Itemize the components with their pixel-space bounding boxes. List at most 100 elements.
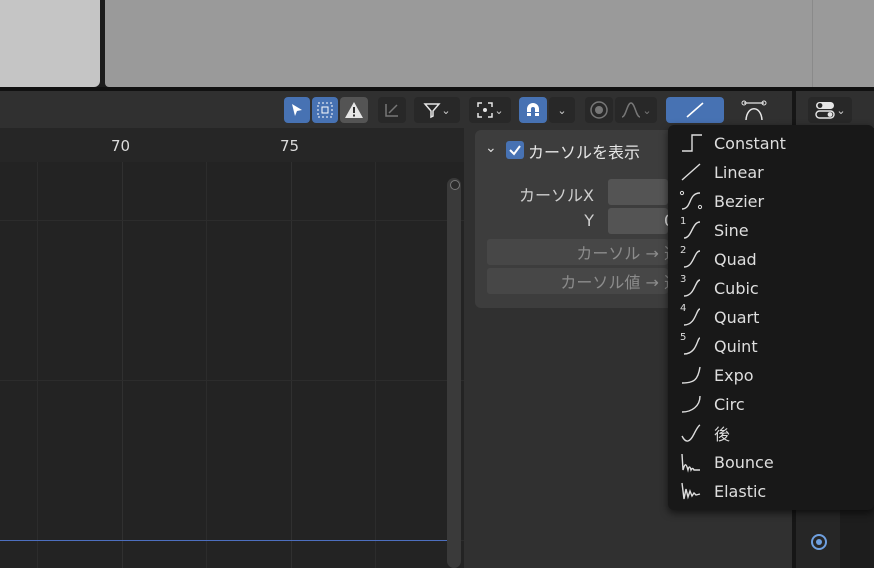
cursor-to-selected-label: カーソル → 選 [576,244,680,263]
linear-interpolation-icon [686,102,704,118]
menu-item-label: Bounce [714,452,774,472]
pivot-point-icon [477,102,494,118]
cubic-icon: 3 [678,274,708,301]
filter-icon [423,103,442,119]
vertical-scrollbar[interactable] [447,178,461,568]
menu-item-sine[interactable]: 1 Sine [678,216,868,243]
linear-icon [678,159,708,185]
grid-line [291,162,292,568]
ease-order-number: 3 [680,274,687,285]
frame-ruler[interactable]: 70 75 [0,128,464,162]
menu-item-linear[interactable]: Linear [678,159,868,185]
frame-label-70: 70 [111,137,131,155]
physics-icon[interactable] [808,531,830,553]
chevron-down-icon: ⌄ [441,103,451,117]
menu-item-bounce[interactable]: Bounce [678,449,868,475]
falloff-curve-icon [622,102,641,118]
grid-line [206,162,207,568]
cursor-value-to-selected-button[interactable]: カーソル値 → 選 [487,268,680,294]
chevron-down-icon[interactable]: ⌄ [485,140,497,156]
menu-item-label: Linear [714,162,764,182]
chevron-down-icon: ⌄ [642,103,652,117]
chevron-down-icon: ⌄ [557,103,567,117]
top-left-editor-area [0,0,100,87]
show-cursor-checkbox[interactable] [506,141,524,159]
box-select-icon [317,102,333,118]
constant-icon [678,130,708,156]
bounce-icon [678,449,708,475]
box-select-button[interactable] [312,97,338,123]
interpolation-mode-button[interactable] [666,97,724,123]
checkmark-icon [509,145,521,156]
menu-item-expo[interactable]: Expo [678,362,868,388]
snap-dropdown[interactable]: ⌄ [549,97,575,123]
chevron-down-icon: ⌄ [836,103,846,117]
ease-order-number: 1 [680,216,687,227]
cursor-x-label: カーソルX [519,186,594,205]
handle-type-button[interactable] [728,97,780,123]
back-icon [678,420,708,446]
menu-item-label: 後 [714,425,731,444]
grid-line [122,162,123,568]
graph-editor-header: ⌄ ⌄ ⌄ ⌄ [0,91,792,128]
frame-label-75: 75 [280,137,300,155]
pivot-point-dropdown[interactable]: ⌄ [469,97,511,123]
warning-icon [345,102,363,118]
menu-item-quint[interactable]: 5 Quint [678,332,868,359]
cursor-to-selected-button[interactable]: カーソル → 選 [487,239,680,265]
grid-line [37,162,38,568]
expo-icon [678,362,708,388]
menu-item-label: Expo [714,365,754,385]
only-show-errors-button[interactable] [340,97,368,123]
ease-order-number: 5 [680,332,687,343]
proportional-editing-button[interactable] [585,97,613,123]
grid-line [0,220,464,221]
menu-item-label: Quart [714,307,760,327]
menu-item-label: Quad [714,249,757,269]
menu-item-back[interactable]: 後 [678,420,868,446]
elastic-icon [678,478,708,504]
menu-item-quad[interactable]: 2 Quad [678,245,868,272]
menu-item-quart[interactable]: 4 Quart [678,303,868,330]
cursor-y-label: Y [584,211,594,230]
quart-icon: 4 [678,303,708,330]
area-divider [812,0,813,87]
interpolation-menu: Constant Linear Bezier 1 Sine 2 Quad 3 C… [668,125,874,510]
bezier-handle-icon [741,100,767,121]
menu-item-cubic[interactable]: 3 Cubic [678,274,868,301]
normalize-button[interactable] [378,97,406,123]
quint-icon: 5 [678,332,708,359]
bezier-icon [678,188,708,214]
proportional-falloff-dropdown[interactable]: ⌄ [615,97,657,123]
cursor-arrow-icon [292,104,302,116]
menu-item-bezier[interactable]: Bezier [678,188,868,214]
circ-icon [678,391,708,417]
menu-item-label: Cubic [714,278,759,298]
menu-item-label: Constant [714,133,786,153]
menu-item-circ[interactable]: Circ [678,391,868,417]
menu-item-label: Sine [714,220,749,240]
normalize-icon [385,104,398,117]
menu-item-elastic[interactable]: Elastic [678,478,868,504]
grid-line [0,380,464,381]
chevron-down-icon: ⌄ [494,103,504,117]
ease-order-number: 4 [680,303,687,314]
magnet-icon [527,103,539,116]
sine-icon: 1 [678,216,708,243]
cursor-y-field[interactable]: 0 [608,208,674,234]
snap-toggle-button[interactable] [519,97,547,123]
menu-item-label: Elastic [714,481,767,501]
proportional-editing-icon [590,101,608,119]
select-mode-button[interactable] [284,97,310,123]
cursor-panel-title: カーソルを表示 [528,143,641,162]
scrollbar-handle[interactable] [450,180,460,190]
cursor-x-field[interactable] [608,179,668,205]
graph-canvas[interactable] [0,162,464,568]
filters-dropdown[interactable]: ⌄ [414,97,460,123]
menu-item-label: Circ [714,394,745,414]
menu-item-constant[interactable]: Constant [678,130,868,156]
ease-order-number: 2 [680,245,687,256]
editor-type-dropdown[interactable]: ⌄ [808,97,852,123]
grid-line [375,162,376,568]
cursor-value-to-selected-label: カーソル値 → 選 [560,273,680,292]
